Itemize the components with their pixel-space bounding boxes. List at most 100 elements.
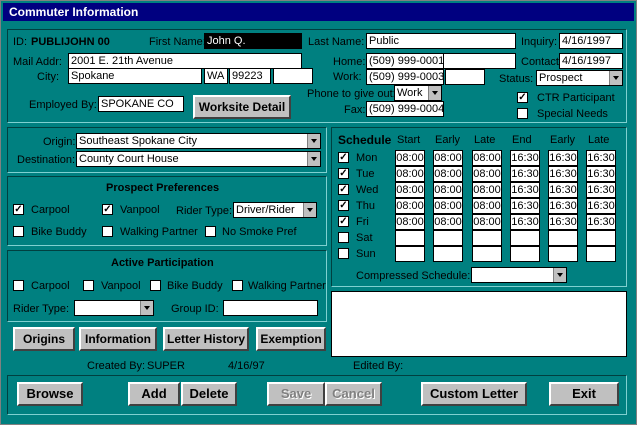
origins-button[interactable]: Origins xyxy=(13,327,75,351)
zip-field[interactable]: 99223 xyxy=(229,68,271,84)
schedule-time-field[interactable]: 08:00 xyxy=(395,150,425,166)
schedule-time-field[interactable]: 16:30 xyxy=(510,150,540,166)
schedule-time-field[interactable]: 08:00 xyxy=(433,214,463,230)
day-checkbox-tue[interactable]: ✓ xyxy=(338,168,349,179)
schedule-time-field[interactable]: 16:30 xyxy=(548,214,578,230)
day-checkbox-sun[interactable] xyxy=(338,248,349,259)
schedule-time-field[interactable]: 08:00 xyxy=(472,182,502,198)
add-button[interactable]: Add xyxy=(128,382,180,406)
mail-addr-field[interactable]: 2001 E. 21th Avenue xyxy=(68,53,302,69)
schedule-time-field[interactable]: 16:30 xyxy=(510,166,540,182)
zip-ext-field[interactable] xyxy=(273,68,313,84)
schedule-time-field[interactable]: 16:30 xyxy=(586,198,616,214)
schedule-time-field[interactable]: 08:00 xyxy=(472,198,502,214)
schedule-time-field[interactable]: 08:00 xyxy=(395,214,425,230)
ctr-checkbox[interactable]: ✓ xyxy=(517,92,528,103)
browse-button[interactable]: Browse xyxy=(17,382,83,406)
state-field[interactable]: WA xyxy=(204,68,228,84)
day-checkbox-sat[interactable] xyxy=(338,232,349,243)
schedule-time-field[interactable]: 08:00 xyxy=(472,166,502,182)
schedule-time-field[interactable] xyxy=(586,246,616,262)
schedule-time-field[interactable] xyxy=(472,246,502,262)
schedule-time-field[interactable] xyxy=(510,230,540,246)
chevron-down-icon[interactable] xyxy=(303,203,316,217)
delete-button[interactable]: Delete xyxy=(181,382,237,406)
compressed-dropdown[interactable] xyxy=(471,267,567,283)
last-name-field[interactable]: Public xyxy=(366,33,516,49)
work-ext-field[interactable] xyxy=(445,69,485,85)
schedule-time-field[interactable] xyxy=(510,246,540,262)
exit-button[interactable]: Exit xyxy=(549,382,619,406)
chevron-down-icon[interactable] xyxy=(307,134,320,148)
schedule-time-field[interactable]: 16:30 xyxy=(548,166,578,182)
schedule-time-field[interactable]: 08:00 xyxy=(433,150,463,166)
schedule-time-field[interactable]: 16:30 xyxy=(548,150,578,166)
schedule-time-field[interactable]: 08:00 xyxy=(433,198,463,214)
notes-area[interactable] xyxy=(331,291,627,357)
letter-history-button[interactable]: Letter History xyxy=(163,327,249,351)
schedule-time-field[interactable]: 16:30 xyxy=(510,214,540,230)
schedule-time-field[interactable] xyxy=(433,230,463,246)
schedule-time-field[interactable] xyxy=(395,246,425,262)
schedule-time-field[interactable] xyxy=(548,246,578,262)
chevron-down-icon[interactable] xyxy=(307,152,320,166)
city-field[interactable]: Spokane xyxy=(68,68,202,84)
schedule-time-field[interactable]: 08:00 xyxy=(395,182,425,198)
active-carpool-checkbox[interactable] xyxy=(13,280,24,291)
custom-letter-button[interactable]: Custom Letter xyxy=(421,382,527,406)
schedule-time-field[interactable]: 16:30 xyxy=(586,150,616,166)
schedule-time-field[interactable] xyxy=(548,230,578,246)
exemption-button[interactable]: Exemption xyxy=(256,327,326,351)
origin-dropdown[interactable]: Southeast Spokane City xyxy=(76,133,321,149)
first-name-field[interactable]: John Q. xyxy=(204,33,302,49)
prospect-carpool-checkbox[interactable]: ✓ xyxy=(13,204,24,215)
schedule-time-field[interactable]: 08:00 xyxy=(395,198,425,214)
schedule-time-field[interactable] xyxy=(433,246,463,262)
active-walking-checkbox[interactable] xyxy=(232,280,243,291)
schedule-time-field[interactable]: 16:30 xyxy=(548,198,578,214)
schedule-time-field[interactable]: 08:00 xyxy=(395,166,425,182)
chevron-down-icon[interactable] xyxy=(553,268,566,282)
active-rider-type-dropdown[interactable] xyxy=(74,300,154,316)
prospect-walking-checkbox[interactable] xyxy=(102,226,113,237)
schedule-time-field[interactable]: 16:30 xyxy=(510,182,540,198)
schedule-time-field[interactable]: 16:30 xyxy=(548,182,578,198)
schedule-time-field[interactable]: 16:30 xyxy=(586,166,616,182)
special-needs-checkbox[interactable] xyxy=(517,108,528,119)
day-checkbox-wed[interactable]: ✓ xyxy=(338,184,349,195)
prospect-bike-checkbox[interactable] xyxy=(13,226,24,237)
save-button[interactable]: Save xyxy=(267,382,325,406)
inquiry-field[interactable]: 4/16/1997 xyxy=(559,33,623,49)
fax-field[interactable]: (509) 999-0004 xyxy=(366,101,444,117)
destination-dropdown[interactable]: County Court House xyxy=(76,151,321,167)
schedule-time-field[interactable] xyxy=(586,230,616,246)
prospect-vanpool-checkbox[interactable]: ✓ xyxy=(102,204,113,215)
schedule-time-field[interactable]: 08:00 xyxy=(472,150,502,166)
chevron-down-icon[interactable] xyxy=(140,301,153,315)
schedule-time-field[interactable] xyxy=(472,230,502,246)
schedule-time-field[interactable]: 08:00 xyxy=(433,166,463,182)
status-dropdown[interactable]: Prospect xyxy=(536,70,623,86)
contact-field[interactable]: 4/16/1997 xyxy=(559,53,623,69)
schedule-time-field[interactable]: 16:30 xyxy=(510,198,540,214)
phone-give-dropdown[interactable]: Work xyxy=(394,85,442,101)
chevron-down-icon[interactable] xyxy=(428,86,441,100)
chevron-down-icon[interactable] xyxy=(609,71,622,85)
home-phone-field[interactable]: (509) 999-0001 xyxy=(366,53,444,69)
prospect-nosmoke-checkbox[interactable] xyxy=(205,226,216,237)
employed-by-field[interactable]: SPOKANE CO xyxy=(98,96,184,112)
schedule-time-field[interactable]: 16:30 xyxy=(586,214,616,230)
schedule-time-field[interactable]: 08:00 xyxy=(472,214,502,230)
worksite-detail-button[interactable]: Worksite Detail xyxy=(193,95,291,119)
schedule-time-field[interactable]: 08:00 xyxy=(433,182,463,198)
active-vanpool-checkbox[interactable] xyxy=(83,280,94,291)
day-checkbox-fri[interactable]: ✓ xyxy=(338,216,349,227)
day-checkbox-thu[interactable]: ✓ xyxy=(338,200,349,211)
group-id-field[interactable] xyxy=(223,300,318,316)
information-button[interactable]: Information xyxy=(79,327,157,351)
schedule-time-field[interactable]: 16:30 xyxy=(586,182,616,198)
schedule-time-field[interactable] xyxy=(395,230,425,246)
day-checkbox-mon[interactable]: ✓ xyxy=(338,152,349,163)
work-phone-field[interactable]: (509) 999-0003 xyxy=(366,69,444,85)
cancel-button[interactable]: Cancel xyxy=(325,382,382,406)
